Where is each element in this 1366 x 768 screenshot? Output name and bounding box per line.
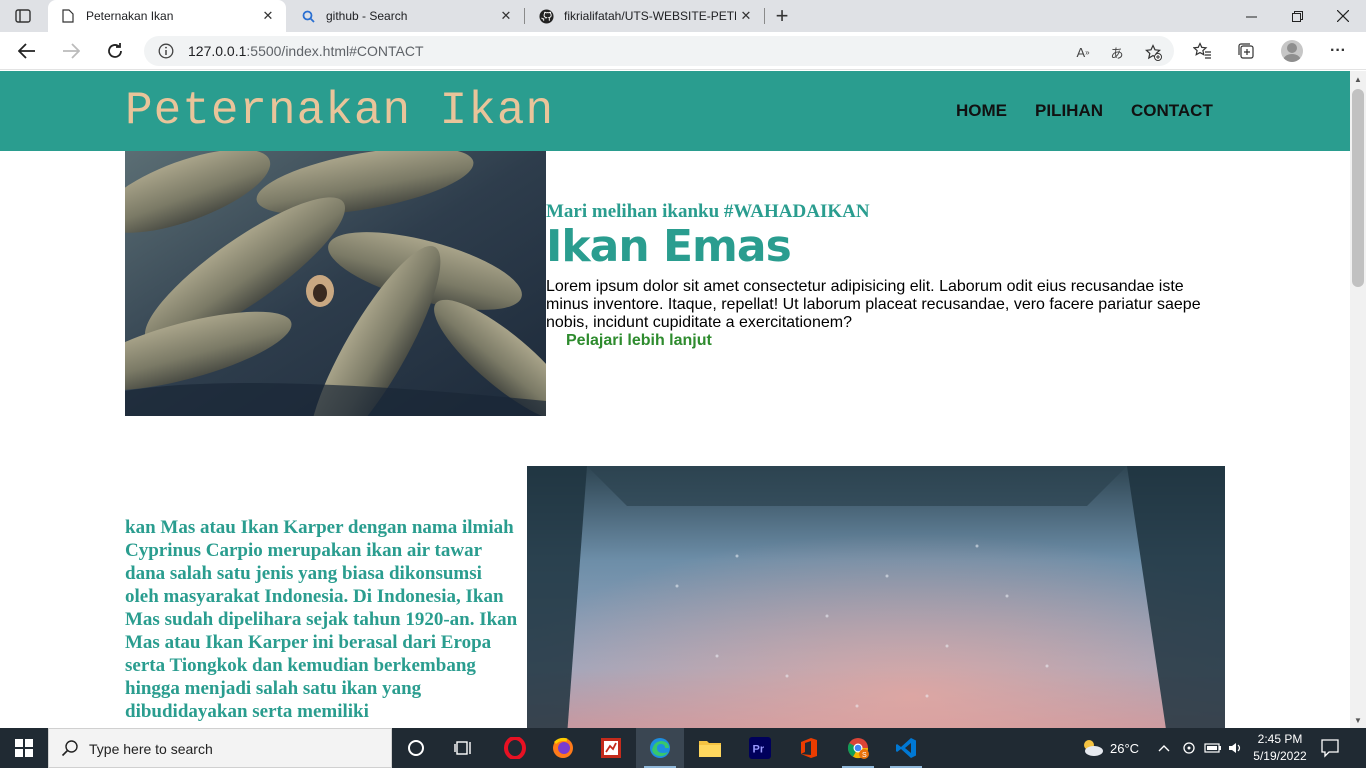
- nav-pilihan[interactable]: PILIHAN: [1035, 101, 1103, 121]
- translate-icon[interactable]: あ: [1108, 43, 1126, 61]
- hero-kicker: Mari melihan ikanku #WAHADAIKAN: [546, 201, 870, 222]
- fish-pond-photo: [527, 466, 1225, 728]
- task-view-icon[interactable]: [440, 728, 488, 768]
- svg-text:S: S: [862, 752, 867, 759]
- clock-date: 5/19/2022: [1253, 749, 1307, 763]
- hero-title: Ikan Emas: [546, 221, 792, 272]
- tab-separator: [764, 8, 765, 24]
- volume-icon[interactable]: [1228, 728, 1244, 768]
- search-placeholder: Type here to search: [89, 741, 213, 757]
- scroll-up-icon[interactable]: ▲: [1350, 71, 1366, 87]
- learn-more-link[interactable]: Pelajari lebih lanjut: [566, 332, 712, 350]
- windows-taskbar: Type here to search Pr S 26°C 2:45 PM 5/…: [0, 728, 1366, 768]
- taskbar-search-box[interactable]: Type here to search: [48, 728, 392, 768]
- tab-title: github - Search: [326, 9, 408, 23]
- onedrive-icon[interactable]: [1182, 728, 1196, 768]
- new-tab-icon[interactable]: +: [770, 3, 794, 28]
- file-explorer-icon[interactable]: [686, 728, 734, 768]
- system-clock[interactable]: 2:45 PM 5/19/2022: [1252, 731, 1308, 765]
- close-tab-icon[interactable]: ✕: [736, 6, 756, 26]
- tab-title: Peternakan Ikan: [86, 9, 174, 23]
- svg-text:Pr: Pr: [753, 744, 765, 756]
- address-bar[interactable]: 127.0.0.1:5500/index.html#CONTACT A» あ: [144, 36, 1174, 66]
- read-aloud-icon[interactable]: A»: [1074, 43, 1092, 61]
- site-info-icon[interactable]: [158, 43, 174, 64]
- tab-title: fikrialifatah/UTS-WEBSITE-PETER: [564, 9, 736, 23]
- vscode-icon[interactable]: [882, 728, 930, 768]
- tab-actions-icon[interactable]: [10, 5, 36, 27]
- url-text[interactable]: 127.0.0.1:5500/index.html#CONTACT: [188, 43, 424, 59]
- windows-start-icon[interactable]: [0, 728, 48, 768]
- cortana-icon[interactable]: [392, 728, 440, 768]
- tab-github-repo[interactable]: fikrialifatah/UTS-WEBSITE-PETER ✕: [526, 0, 764, 32]
- scroll-down-icon[interactable]: ▼: [1350, 712, 1366, 728]
- forward-icon[interactable]: [56, 36, 86, 66]
- site-header: Peternakan Ikan HOME PILIHAN CONTACT: [0, 71, 1350, 151]
- close-window-icon[interactable]: [1320, 0, 1366, 32]
- favorites-icon[interactable]: [1191, 40, 1213, 62]
- tab-peternakan-ikan[interactable]: Peternakan Ikan ✕: [48, 0, 286, 32]
- browser-toolbar: 127.0.0.1:5500/index.html#CONTACT A» あ ·…: [0, 32, 1366, 70]
- search-icon: [61, 739, 79, 762]
- site-logo[interactable]: Peternakan Ikan: [125, 85, 554, 137]
- presentation-app-icon[interactable]: [587, 728, 635, 768]
- opera-icon[interactable]: [491, 728, 539, 768]
- premiere-pro-icon[interactable]: Pr: [736, 728, 784, 768]
- nav-home[interactable]: HOME: [956, 101, 1007, 121]
- close-tab-icon[interactable]: ✕: [258, 6, 278, 26]
- collections-icon[interactable]: [1235, 40, 1257, 62]
- restore-icon[interactable]: [1274, 0, 1320, 32]
- more-options-icon[interactable]: ···: [1327, 40, 1349, 62]
- tab-github-search[interactable]: github - Search ✕: [288, 0, 524, 32]
- edge-icon[interactable]: [636, 728, 684, 768]
- search-icon: [300, 8, 316, 24]
- nav-contact[interactable]: CONTACT: [1131, 101, 1213, 121]
- hero-description: Lorem ipsum dolor sit amet consectetur a…: [546, 278, 1201, 331]
- weather-temperature: 26°C: [1110, 740, 1140, 756]
- page-scrollbar[interactable]: ▲ ▼: [1350, 71, 1366, 728]
- back-icon[interactable]: [12, 36, 42, 66]
- ikan-mas-description: kan Mas atau Ikan Karper dengan nama ilm…: [125, 517, 518, 722]
- chrome-icon[interactable]: S: [834, 728, 882, 768]
- firefox-icon[interactable]: [539, 728, 587, 768]
- clock-time: 2:45 PM: [1257, 732, 1303, 746]
- goldfish-photo: [125, 151, 546, 416]
- office-icon[interactable]: [785, 728, 833, 768]
- page-viewport: Peternakan Ikan HOME PILIHAN CONTACT Mar…: [0, 71, 1350, 728]
- page-icon: [60, 8, 76, 24]
- weather-widget[interactable]: 26°C: [1080, 728, 1139, 768]
- tab-separator: [524, 8, 525, 24]
- notification-center-icon[interactable]: [1320, 738, 1344, 758]
- show-hidden-icons[interactable]: [1158, 728, 1170, 768]
- close-tab-icon[interactable]: ✕: [496, 6, 516, 26]
- scrollbar-thumb[interactable]: [1352, 89, 1364, 287]
- browser-tab-bar: Peternakan Ikan ✕ github - Search ✕ fikr…: [0, 0, 1366, 32]
- github-icon: [538, 8, 554, 24]
- profile-avatar[interactable]: [1281, 40, 1303, 62]
- hero-text: Mari melihan ikanku #WAHADAIKAN Ikan Ema…: [546, 201, 1226, 350]
- minimize-icon[interactable]: [1228, 0, 1274, 32]
- refresh-icon[interactable]: [100, 36, 130, 66]
- battery-icon[interactable]: [1204, 728, 1222, 768]
- add-favorite-icon[interactable]: [1144, 43, 1162, 61]
